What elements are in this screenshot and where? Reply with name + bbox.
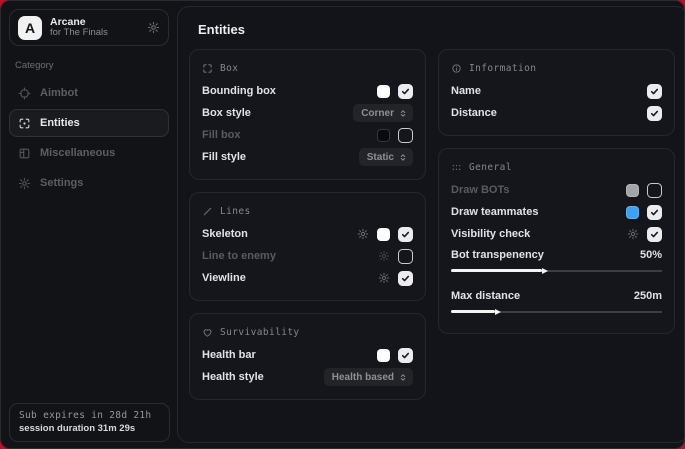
color-swatch[interactable] — [377, 228, 390, 241]
row-max-distance: Max distance 250m — [451, 286, 662, 306]
chevrons-up-down-icon — [399, 153, 407, 162]
color-swatch[interactable] — [377, 85, 390, 98]
sidebar-item-label: Settings — [40, 177, 83, 189]
color-swatch[interactable] — [626, 206, 639, 219]
name-checkbox[interactable] — [647, 84, 662, 99]
sidebar-item-entities[interactable]: Entities — [9, 109, 169, 137]
bot-transparency-value: 50% — [640, 249, 662, 261]
card-survivability: Survivability Health bar Health style He… — [189, 313, 426, 400]
row-draw-teammates: Draw teammates — [451, 201, 662, 223]
fill-style-dropdown[interactable]: Static — [359, 148, 413, 166]
app-subtitle: for The Finals — [50, 28, 139, 39]
app-logo: A — [18, 16, 42, 40]
row-name: Name — [451, 80, 662, 102]
bounding-box-checkbox[interactable] — [398, 84, 413, 99]
row-box-style: Box style Corner — [202, 102, 413, 124]
left-column: Box Bounding box Box style Corner — [189, 49, 426, 400]
card-lines: Lines Skeleton Line to enemy — [189, 192, 426, 301]
gear-icon[interactable] — [378, 250, 390, 262]
sidebar-item-miscellaneous[interactable]: Miscellaneous — [9, 139, 169, 167]
category-label: Category — [15, 60, 177, 71]
row-skeleton: Skeleton — [202, 223, 413, 245]
gear-icon[interactable] — [357, 228, 369, 240]
color-swatch[interactable] — [626, 184, 639, 197]
sidebar-item-label: Miscellaneous — [40, 147, 115, 159]
line-icon — [202, 206, 213, 217]
max-distance-value: 250m — [634, 290, 662, 302]
gear-icon — [18, 177, 31, 190]
card-title: General — [469, 162, 512, 173]
subscription-box: Sub expires in 28d 21h session duration … — [9, 403, 170, 442]
row-bounding-box: Bounding box — [202, 80, 413, 102]
row-health-style: Health style Health based — [202, 366, 413, 388]
line-to-enemy-checkbox[interactable] — [398, 249, 413, 264]
sidebar-item-label: Aimbot — [40, 87, 78, 99]
crosshair-icon — [18, 87, 31, 100]
draw-teammates-checkbox[interactable] — [647, 205, 662, 220]
card-title: Information — [469, 63, 536, 74]
card-title: Survivability — [220, 327, 300, 338]
distance-checkbox[interactable] — [647, 106, 662, 121]
sidebar: A Arcane for The Finals Category Aimbot — [1, 1, 177, 448]
session-duration-text: session duration 31m 29s — [19, 423, 160, 434]
row-line-to-enemy: Line to enemy — [202, 245, 413, 267]
row-draw-bots: Draw BOTs — [451, 179, 662, 201]
card-title: Box — [220, 63, 238, 74]
right-column: Information Name Distance — [438, 49, 675, 334]
card-title: Lines — [220, 206, 251, 217]
header-gear-button[interactable] — [147, 21, 160, 34]
box-style-dropdown[interactable]: Corner — [353, 104, 413, 122]
sidebar-item-settings[interactable]: Settings — [9, 169, 169, 197]
card-information: Information Name Distance — [438, 49, 675, 136]
sidebar-nav: Aimbot Entities Miscellaneous Settings — [1, 79, 177, 197]
chevrons-up-down-icon — [399, 109, 407, 118]
row-distance: Distance — [451, 102, 662, 124]
row-visibility-check: Visibility check — [451, 223, 662, 245]
main-panel: Entities Box Bounding box — [177, 6, 685, 443]
sidebar-item-label: Entities — [40, 117, 80, 129]
row-health-bar: Health bar — [202, 344, 413, 366]
app-window: A Arcane for The Finals Category Aimbot — [0, 0, 685, 449]
row-fill-style: Fill style Static — [202, 146, 413, 168]
row-fill-box: Fill box — [202, 124, 413, 146]
health-style-dropdown[interactable]: Health based — [324, 368, 413, 386]
scan-icon — [18, 117, 31, 130]
health-bar-checkbox[interactable] — [398, 348, 413, 363]
skeleton-checkbox[interactable] — [398, 227, 413, 242]
visibility-check-checkbox[interactable] — [647, 227, 662, 242]
row-viewline: Viewline — [202, 267, 413, 289]
row-bot-transparency: Bot transpenency 50% — [451, 245, 662, 265]
layout-icon — [18, 147, 31, 160]
color-swatch[interactable] — [377, 129, 390, 142]
sub-expiry-text: Sub expires in 28d 21h — [19, 410, 160, 421]
card-box: Box Bounding box Box style Corner — [189, 49, 426, 180]
table-icon — [451, 162, 462, 173]
chevrons-up-down-icon — [399, 373, 407, 382]
slider-fill — [451, 269, 542, 272]
gear-icon[interactable] — [627, 228, 639, 240]
info-icon — [451, 63, 462, 74]
draw-bots-checkbox[interactable] — [647, 183, 662, 198]
slider-fill — [451, 310, 495, 313]
page-title: Entities — [198, 22, 675, 37]
color-swatch[interactable] — [377, 349, 390, 362]
sidebar-item-aimbot[interactable]: Aimbot — [9, 79, 169, 107]
app-header: A Arcane for The Finals — [9, 9, 169, 46]
viewline-checkbox[interactable] — [398, 271, 413, 286]
max-distance-slider[interactable] — [451, 307, 662, 316]
scan-icon — [202, 63, 213, 74]
fill-box-checkbox[interactable] — [398, 128, 413, 143]
card-general: General Draw BOTs Draw teammates — [438, 148, 675, 334]
gear-icon[interactable] — [378, 272, 390, 284]
heart-icon — [202, 327, 213, 338]
bot-transparency-slider[interactable] — [451, 266, 662, 275]
